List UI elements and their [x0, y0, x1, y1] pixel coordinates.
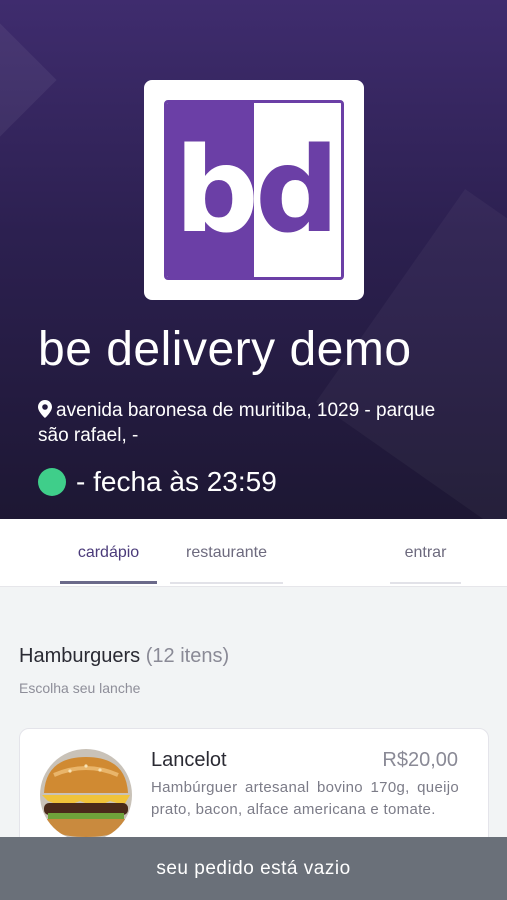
- tab-indicator: [170, 582, 283, 584]
- status-dot-icon: [38, 468, 66, 496]
- category-count: (12 itens): [145, 645, 230, 667]
- tab-cardapio[interactable]: cardápio: [60, 519, 157, 587]
- tab-indicator: [60, 581, 157, 584]
- closing-time: - fecha às 23:59: [76, 466, 277, 497]
- category-title: Hamburguers (12 itens): [19, 645, 230, 667]
- decorative-shape: [0, 23, 57, 137]
- store-address: avenida baronesa de muritiba, 1029 - par…: [38, 398, 438, 448]
- store-name: be delivery demo: [38, 323, 412, 376]
- item-price: R$20,00: [382, 749, 458, 771]
- store-header: bd be delivery demo avenida baronesa de …: [0, 0, 507, 519]
- item-name: Lancelot: [151, 749, 227, 771]
- open-status: - fecha às 23:59: [38, 466, 277, 498]
- address-text: avenida baronesa de muritiba, 1029 - par…: [38, 400, 436, 446]
- cart-button[interactable]: seu pedido está vazio: [0, 837, 507, 900]
- cart-label: seu pedido está vazio: [156, 857, 351, 879]
- logo-letters: bd: [174, 121, 340, 259]
- category-subtitle: Escolha seu lanche: [19, 680, 141, 696]
- item-description: Hambúrguer artesanal bovino 170g, queijo…: [151, 779, 459, 818]
- tab-indicator: [390, 582, 461, 584]
- tab-bar: cardápio restaurante entrar: [0, 519, 507, 587]
- location-pin-icon: [38, 400, 52, 418]
- burger-image: [40, 749, 132, 841]
- logo-frame: bd: [164, 100, 344, 280]
- store-logo: bd: [144, 80, 364, 300]
- tab-restaurante[interactable]: restaurante: [170, 519, 283, 587]
- tab-entrar[interactable]: entrar: [390, 519, 461, 587]
